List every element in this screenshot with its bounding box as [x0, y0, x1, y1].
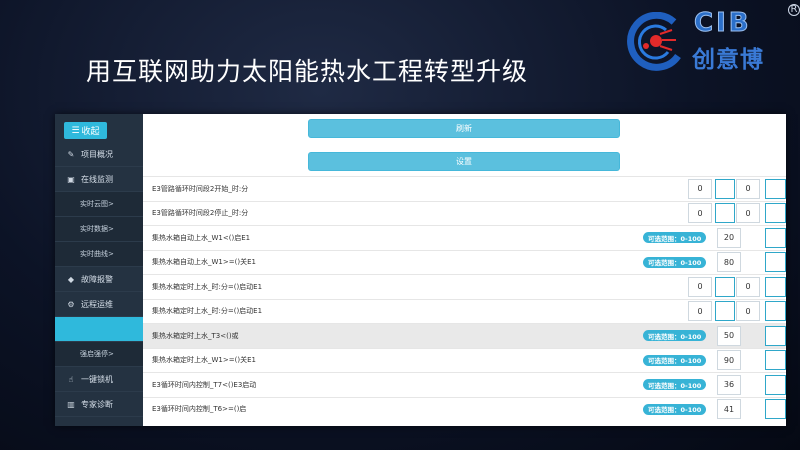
sidebar-item-label: 专家诊断 — [81, 399, 113, 409]
setting-label: 集热水箱自动上水_W1<()启E1 — [152, 233, 251, 242]
logo-mark-icon — [627, 12, 681, 71]
action-box[interactable] — [765, 203, 786, 224]
setting-label: E3循环时间内控制_T6>=()启 — [152, 405, 247, 414]
sidebar-item-remote[interactable]: ⚙ 远程运维 — [55, 292, 143, 317]
hour-input[interactable]: 0 — [688, 203, 712, 224]
sidebar-item-label: 在线监测 — [81, 174, 113, 184]
value-input[interactable]: 50 — [717, 325, 741, 346]
setting-label: 集热水箱自动上水_W1>=()关E1 — [152, 258, 256, 267]
setting-label: 集热水箱定时上水_时:分=()启动E1 — [152, 282, 263, 291]
separator-box — [715, 178, 735, 199]
sidebar-subitem-curve[interactable]: 实时曲线> — [55, 242, 143, 267]
registered-mark: R — [788, 4, 800, 16]
refresh-button[interactable]: 刷新 — [308, 119, 620, 138]
setting-row: 集热水箱定时上水_时:分=()启动E1 0 0 — [143, 298, 786, 324]
range-badge: 可选范围：0-100 — [643, 354, 707, 366]
setting-label: 集热水箱定时上水_时:分=()启动E1 — [152, 307, 263, 316]
hour-input[interactable]: 0 — [688, 276, 712, 297]
settings-list: E3管路循环时间段2开始_时:分 0 0 E3管路循环时间段2停止_时:分 0 … — [143, 176, 786, 421]
setting-row: E3循环时间内控制_T7<()E3启动 可选范围：0-100 36 — [143, 372, 786, 397]
action-box[interactable] — [765, 178, 786, 199]
cib-logo: CIB 创意博 R — [616, 4, 800, 74]
range-badge: 可选范围：0-100 — [643, 256, 707, 268]
sidebar-item-label: 远程运维 — [81, 299, 113, 309]
action-box[interactable] — [765, 399, 786, 420]
setting-row: E3管路循环时间段2开始_时:分 0 0 — [143, 176, 786, 201]
sidebar-item-label: 一键锁机 — [81, 374, 113, 384]
sidebar-item-lock[interactable]: ☝ 一键锁机 — [55, 367, 143, 392]
gears-icon: ⚙ — [67, 299, 75, 309]
hour-input[interactable]: 0 — [688, 301, 712, 322]
sidebar-nav: ✎ 项目概况 ▣ 在线监测 实时云图> 实时数据> 实时曲线> ◆ 故障报警 ⚙ — [55, 142, 143, 417]
collapse-label: 收起 — [81, 127, 100, 137]
sidebar-item-expert[interactable]: ▥ 专家诊断 — [55, 392, 143, 417]
setting-label: E3管路循环时间段2开始_时:分 — [152, 184, 249, 193]
image-icon: ▣ — [67, 174, 75, 184]
sidebar-item-label: 项目概况 — [81, 149, 113, 159]
setting-label: E3管路循环时间段2停止_时:分 — [152, 209, 249, 218]
minute-input[interactable]: 0 — [736, 203, 760, 224]
range-badge: 可选范围：0-100 — [643, 403, 707, 415]
value-input[interactable]: 36 — [717, 374, 741, 395]
main-panel: 刷新 设置 E3管路循环时间段2开始_时:分 0 0 E3管路循环时间段2停止_… — [143, 114, 786, 426]
sidebar-item-monitor[interactable]: ▣ 在线监测 — [55, 167, 143, 192]
setting-label: 集热水箱定时上水_W1>=()关E1 — [152, 356, 256, 365]
diamond-icon: ◆ — [67, 274, 75, 284]
setting-row: E3循环时间内控制_T6>=()启 可选范围：0-100 41 — [143, 396, 786, 422]
chart-icon: ▥ — [67, 399, 75, 409]
action-box[interactable] — [765, 350, 786, 371]
range-badge: 可选范围：0-100 — [643, 379, 707, 391]
setting-label: E3循环时间内控制_T7<()E3启动 — [152, 380, 257, 389]
sidebar-subitem-data[interactable]: 实时数据> — [55, 217, 143, 242]
logo-cn-text: 创意博 — [692, 47, 764, 73]
value-input[interactable]: 20 — [717, 227, 741, 248]
app-window: ☰ 收起 ✎ 项目概况 ▣ 在线监测 实时云图> 实时数据> 实时曲线> ◆ 故… — [55, 114, 786, 426]
setting-row: 集热水箱自动上水_W1<()启E1 可选范围：0-100 20 — [143, 225, 786, 250]
setting-row: E3管路循环时间段2停止_时:分 0 0 — [143, 200, 786, 226]
edit-icon: ✎ — [67, 149, 75, 159]
value-input[interactable]: 41 — [717, 399, 741, 420]
action-box[interactable] — [765, 227, 786, 248]
sidebar-subitem-cloud[interactable]: 实时云图> — [55, 192, 143, 217]
collapse-button[interactable]: ☰ 收起 — [64, 122, 107, 139]
setting-label: 集热水箱定时上水_T3<()或 — [152, 331, 239, 340]
minute-input[interactable]: 0 — [736, 276, 760, 297]
sidebar-item-label: 实时数据> — [80, 225, 114, 233]
value-input[interactable]: 90 — [717, 350, 741, 371]
action-box[interactable] — [765, 374, 786, 395]
action-box[interactable] — [765, 276, 786, 297]
slide-title: 用互联网助力太阳能热水工程转型升级 — [86, 57, 529, 86]
sidebar-item-alarm[interactable]: ◆ 故障报警 — [55, 267, 143, 292]
range-badge: 可选范围：0-100 — [643, 232, 707, 244]
action-box[interactable] — [765, 252, 786, 273]
sidebar-subitem-active[interactable] — [55, 317, 143, 342]
menu-icon: ☰ — [71, 125, 80, 136]
sidebar-item-label: 强启强停> — [80, 350, 114, 358]
action-box[interactable] — [765, 325, 786, 346]
settings-button[interactable]: 设置 — [308, 152, 620, 171]
sidebar-item-label: 实时云图> — [80, 200, 114, 208]
separator-box — [715, 203, 735, 224]
logo-text: CIB — [694, 8, 752, 39]
hour-input[interactable]: 0 — [688, 178, 712, 199]
setting-row: 集热水箱定时上水_时:分=()启动E1 0 0 — [143, 274, 786, 299]
setting-row: 集热水箱自动上水_W1>=()关E1 可选范围：0-100 80 — [143, 249, 786, 275]
minute-input[interactable]: 0 — [736, 301, 760, 322]
action-box[interactable] — [765, 301, 786, 322]
value-input[interactable]: 80 — [717, 252, 741, 273]
sidebar-item-overview[interactable]: ✎ 项目概况 — [55, 142, 143, 167]
range-badge: 可选范围：0-100 — [643, 330, 707, 342]
setting-row-highlighted: 集热水箱定时上水_T3<()或 可选范围：0-100 50 — [143, 323, 786, 348]
sidebar-item-label: 实时曲线> — [80, 250, 114, 258]
sidebar-subitem-force[interactable]: 强启强停> — [55, 342, 143, 367]
minute-input[interactable]: 0 — [736, 178, 760, 199]
sidebar-item-label: 故障报警 — [81, 274, 113, 284]
setting-row: 集热水箱定时上水_W1>=()关E1 可选范围：0-100 90 — [143, 347, 786, 373]
sidebar: ☰ 收起 ✎ 项目概况 ▣ 在线监测 实时云图> 实时数据> 实时曲线> ◆ 故… — [55, 114, 143, 426]
hand-icon: ☝ — [68, 374, 74, 384]
separator-box — [715, 301, 735, 322]
separator-box — [715, 276, 735, 297]
